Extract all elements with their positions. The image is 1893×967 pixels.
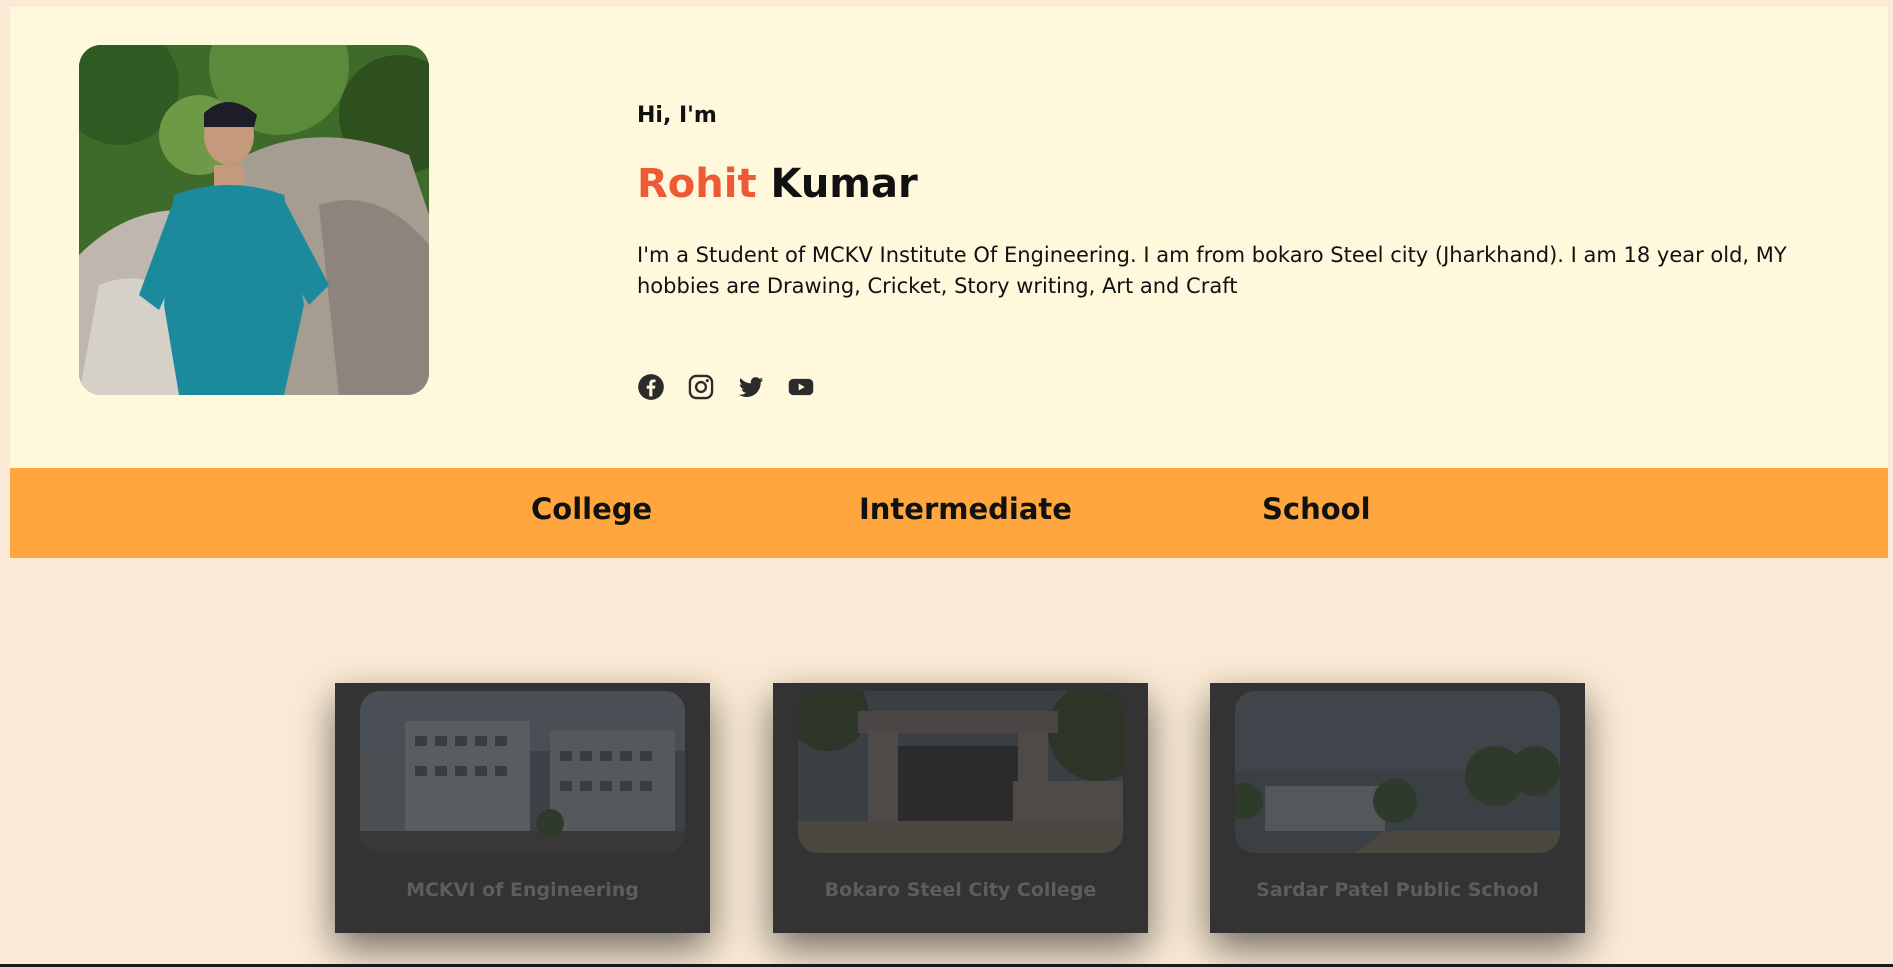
profile-photo	[79, 45, 429, 395]
hero-name: Rohit Kumar	[637, 161, 918, 207]
college-caption: MCKVI of Engineering	[406, 879, 639, 901]
college-card[interactable]: MCKVI of Engineering	[335, 683, 710, 933]
tab-intermediate[interactable]: Intermediate	[859, 492, 1072, 526]
instagram-icon[interactable]	[687, 373, 715, 401]
school-caption: Sardar Patel Public School	[1256, 879, 1539, 901]
last-name: Kumar	[770, 161, 918, 207]
hero-section: Hi, I'm Rohit Kumar I'm a Student of MCK…	[10, 7, 1888, 468]
intermediate-card[interactable]: Bokaro Steel City College	[773, 683, 1148, 933]
greeting-text: Hi, I'm	[637, 103, 717, 128]
twitter-icon[interactable]	[737, 373, 765, 401]
youtube-icon[interactable]	[787, 373, 815, 401]
section-tab-bar: College Intermediate School	[10, 468, 1888, 558]
bio-text: I'm a Student of MCKV Institute Of Engin…	[637, 243, 1787, 298]
first-name: Rohit	[637, 161, 757, 207]
intermediate-caption: Bokaro Steel City College	[824, 879, 1097, 901]
school-photo	[1235, 691, 1560, 853]
college-photo	[360, 691, 685, 853]
school-card[interactable]: Sardar Patel Public School	[1210, 683, 1585, 933]
intermediate-photo	[798, 691, 1123, 853]
tab-college[interactable]: College	[531, 492, 652, 526]
tab-school[interactable]: School	[1262, 492, 1371, 526]
social-links	[637, 373, 815, 401]
facebook-icon[interactable]	[637, 373, 665, 401]
